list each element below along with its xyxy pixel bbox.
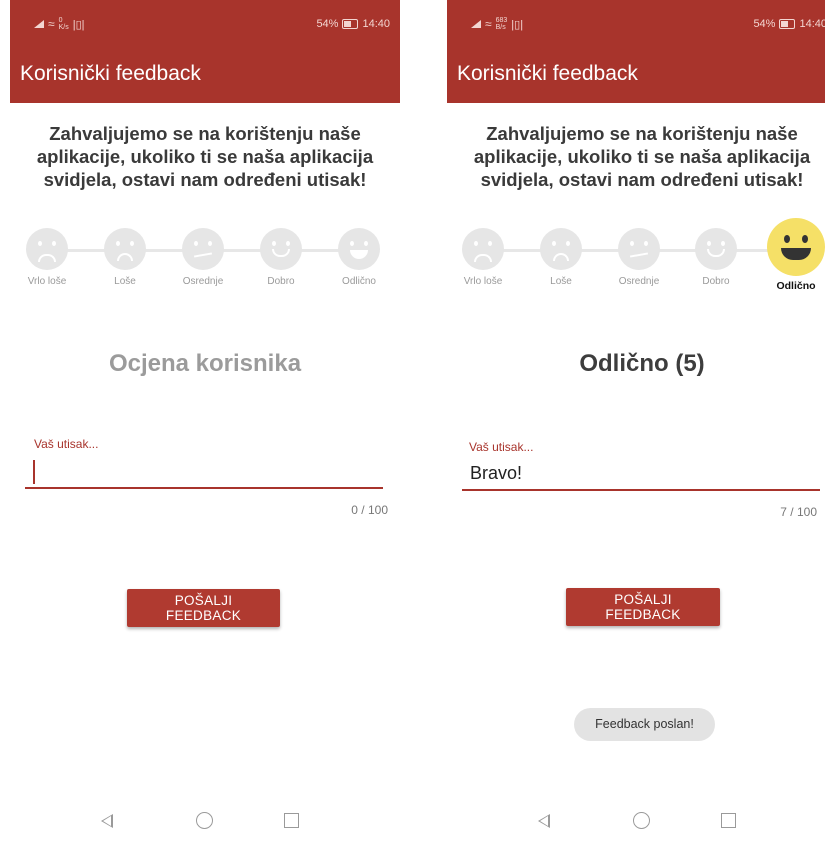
home-icon[interactable]: [633, 812, 650, 829]
text-cursor: [33, 460, 35, 484]
rating-label: Odlično: [342, 276, 376, 287]
rating-label: Vrlo loše: [27, 276, 67, 287]
app-bar: Korisnički feedback: [10, 48, 400, 103]
network-speed: 683 B/s: [496, 17, 508, 31]
rating-label: Loše: [114, 276, 136, 287]
status-left: ≈ 683 B/s |▯|: [471, 17, 523, 31]
rating-selector: Vrlo loše Loše Osrednje Dobro Odlično: [447, 218, 825, 302]
feedback-input-label: Vaš utisak...: [34, 437, 99, 451]
rating-label-selected: Odlično: [776, 280, 816, 292]
wifi-icon: ≈: [485, 17, 492, 31]
network-speed-unit: B/s: [495, 24, 506, 31]
neutral-face-icon: [618, 228, 660, 270]
recent-apps-icon[interactable]: [721, 813, 736, 828]
sad-face-icon: [104, 228, 146, 270]
battery-percent: 54%: [316, 18, 339, 30]
rating-label: Vrlo loše: [463, 276, 503, 287]
rating-label: Dobro: [267, 276, 295, 287]
status-left: ≈ 0 K/s |▯|: [34, 17, 85, 31]
network-speed-unit: K/s: [58, 24, 69, 31]
app-title: Korisnički feedback: [457, 62, 638, 85]
rating-option-excellent[interactable]: Odlično: [324, 222, 394, 287]
feedback-input-label: Vaš utisak...: [469, 440, 534, 454]
rating-value: Ocjena korisnika: [108, 350, 302, 377]
rating-option-bad[interactable]: Loše: [90, 222, 160, 287]
home-icon[interactable]: [196, 812, 213, 829]
rating-option-excellent-selected[interactable]: Odlično: [761, 218, 825, 292]
send-feedback-button[interactable]: POŠALJI FEEDBACK: [127, 589, 280, 627]
status-bar: ≈ 0 K/s |▯| 54% 14:40: [10, 0, 400, 48]
vibrate-icon: |▯|: [72, 18, 85, 31]
rating-label: Osrednje: [618, 276, 660, 287]
network-speed: 0 K/s: [59, 17, 69, 31]
status-right: 54% 14:40: [753, 18, 825, 30]
navigation-bar: [10, 796, 400, 846]
rating-option-bad[interactable]: Loše: [526, 222, 596, 287]
feedback-input[interactable]: [462, 457, 820, 491]
back-icon[interactable]: [101, 814, 113, 828]
battery-icon: [779, 19, 796, 29]
char-counter: 0 / 100: [351, 503, 388, 517]
network-speed-value: 683: [495, 17, 508, 24]
rating-option-average[interactable]: Osrednje: [168, 222, 238, 287]
feedback-input[interactable]: [25, 455, 383, 489]
char-counter: 7 / 100: [780, 505, 817, 519]
grin-face-icon: [767, 218, 825, 276]
toast-message: Feedback poslan!: [574, 708, 715, 741]
smile-face-icon: [695, 228, 737, 270]
wifi-icon: ≈: [48, 17, 55, 31]
rating-option-good[interactable]: Dobro: [681, 222, 751, 287]
signal-icon: [34, 20, 44, 28]
navigation-bar: [447, 796, 825, 846]
phone-screen-initial: ≈ 0 K/s |▯| 54% 14:40 Korisnički feedbac…: [10, 0, 400, 846]
send-feedback-button[interactable]: POŠALJI FEEDBACK: [566, 588, 720, 626]
rating-label: Dobro: [702, 276, 730, 287]
very-sad-face-icon: [462, 228, 504, 270]
battery-percent: 54%: [753, 18, 776, 30]
very-sad-face-icon: [26, 228, 68, 270]
rating-label: Osrednje: [182, 276, 224, 287]
phone-screen-submitted: ≈ 683 B/s |▯| 54% 14:40 Korisnički feedb…: [447, 0, 825, 846]
app-bar: Korisnički feedback: [447, 48, 825, 103]
neutral-face-icon: [182, 228, 224, 270]
grin-face-icon: [338, 228, 380, 270]
intro-text: Zahvaljujemo se na korištenju naše aplik…: [36, 123, 374, 190]
vibrate-icon: |▯|: [511, 18, 524, 31]
rating-option-very-bad[interactable]: Vrlo loše: [12, 222, 82, 287]
signal-icon: [471, 20, 481, 28]
network-speed-value: 0: [58, 17, 63, 24]
status-right: 54% 14:40: [316, 18, 390, 30]
intro-text: Zahvaljujemo se na korištenju naše aplik…: [473, 123, 811, 190]
smile-face-icon: [260, 228, 302, 270]
status-time: 14:40: [362, 18, 390, 30]
rating-option-average[interactable]: Osrednje: [604, 222, 674, 287]
status-time: 14:40: [799, 18, 825, 30]
rating-label: Loše: [550, 276, 572, 287]
back-icon[interactable]: [538, 814, 550, 828]
status-bar: ≈ 683 B/s |▯| 54% 14:40: [447, 0, 825, 48]
rating-option-very-bad[interactable]: Vrlo loše: [448, 222, 518, 287]
rating-selector: Vrlo loše Loše Osrednje Dobro Odlično: [10, 222, 400, 302]
sad-face-icon: [540, 228, 582, 270]
recent-apps-icon[interactable]: [284, 813, 299, 828]
battery-icon: [342, 19, 359, 29]
app-title: Korisnički feedback: [20, 62, 201, 85]
rating-option-good[interactable]: Dobro: [246, 222, 316, 287]
rating-value: Odlično (5): [579, 350, 705, 377]
